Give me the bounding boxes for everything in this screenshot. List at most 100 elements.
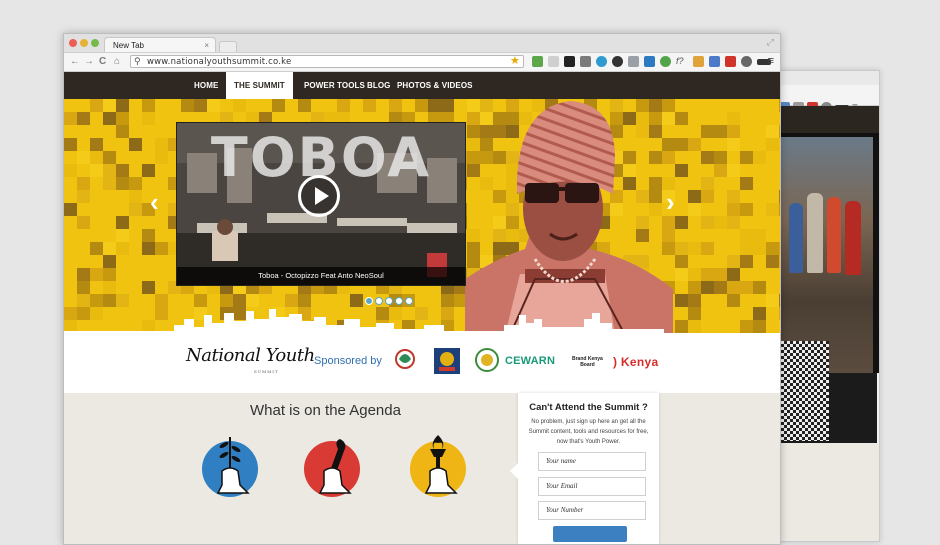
reload-icon[interactable]: C bbox=[99, 55, 106, 69]
pixel-block bbox=[688, 281, 701, 294]
fx-icon[interactable]: f? bbox=[676, 56, 688, 67]
pixel-block bbox=[272, 99, 285, 112]
submit-button[interactable] bbox=[553, 526, 627, 542]
email-field[interactable]: Your Email bbox=[538, 477, 646, 496]
pixel-block bbox=[753, 151, 766, 164]
torch-icon[interactable] bbox=[406, 433, 470, 497]
pixel-block bbox=[155, 151, 168, 164]
check-icon[interactable] bbox=[564, 56, 575, 67]
browser-tab[interactable]: New Tab × bbox=[104, 37, 216, 52]
artist-portrait bbox=[465, 101, 673, 335]
drop-icon[interactable] bbox=[660, 56, 671, 67]
menu-icon[interactable]: ≡ bbox=[768, 55, 774, 67]
pixel-block bbox=[688, 242, 701, 255]
pixel-block bbox=[766, 125, 779, 138]
back-arrow-icon[interactable]: ← bbox=[70, 55, 80, 69]
lens-icon[interactable] bbox=[612, 56, 623, 67]
nav-home[interactable]: HOME bbox=[194, 72, 218, 99]
slider-dot[interactable] bbox=[365, 297, 373, 305]
sponsor-crest-icon[interactable] bbox=[433, 347, 461, 375]
sponsor-bar: National Youth SUMMIT Sponsored by CEWAR… bbox=[64, 335, 780, 389]
pixel-block bbox=[142, 242, 155, 255]
pixel-block bbox=[701, 242, 714, 255]
minimize-window-button[interactable] bbox=[80, 39, 88, 47]
national-youth-summit-logo[interactable]: National Youth SUMMIT bbox=[186, 345, 315, 374]
clock-icon[interactable] bbox=[741, 56, 752, 67]
pixel-block bbox=[77, 190, 90, 203]
forward-arrow-icon[interactable]: → bbox=[84, 55, 94, 69]
pixel-block bbox=[103, 242, 116, 255]
pixel-block bbox=[766, 255, 779, 268]
zoom-window-button[interactable] bbox=[91, 39, 99, 47]
cewarn-logo[interactable]: CEWARN bbox=[505, 355, 555, 367]
pixel-block bbox=[77, 177, 90, 190]
pixel-block bbox=[90, 164, 103, 177]
site-navigation: HOME THE SUMMIT POWER TOOLS BLOG PHOTOS … bbox=[64, 72, 780, 99]
tab-close-icon[interactable]: × bbox=[204, 38, 209, 53]
home-icon[interactable]: ⌂ bbox=[114, 55, 120, 69]
pixel-block bbox=[129, 177, 142, 190]
sponsored-by-label: Sponsored by bbox=[314, 355, 382, 367]
signup-form: Can't Attend the Summit ? No problem, ju… bbox=[510, 393, 659, 544]
pixel-block bbox=[688, 190, 701, 203]
pixel-block bbox=[103, 151, 116, 164]
fullscreen-icon[interactable]: ⤢ bbox=[767, 37, 774, 48]
browser-window: New Tab × ⤢ ← → C ⌂ ⚲ www.nationalyouths… bbox=[63, 33, 781, 545]
mail-icon[interactable] bbox=[580, 56, 591, 67]
address-bar[interactable]: ⚲ www.nationalyouthsummit.co.ke ★ bbox=[130, 55, 524, 68]
new-tab-button[interactable] bbox=[219, 41, 237, 52]
bookmark-star-icon[interactable]: ★ bbox=[510, 55, 520, 67]
number-field[interactable]: Your Number bbox=[538, 501, 646, 520]
dna-icon[interactable] bbox=[693, 56, 704, 67]
pixel-block bbox=[116, 229, 129, 242]
sponsor-emblem-icon[interactable] bbox=[391, 347, 419, 375]
sponsor-seal-icon[interactable] bbox=[475, 348, 499, 372]
pixel-block bbox=[64, 138, 77, 151]
pixel-block bbox=[714, 151, 727, 164]
pin-icon[interactable] bbox=[725, 56, 736, 67]
pixel-block bbox=[103, 112, 116, 125]
nav-the-summit[interactable]: THE SUMMIT bbox=[226, 72, 293, 99]
slider-dot[interactable] bbox=[395, 297, 403, 305]
slider-dot[interactable] bbox=[375, 297, 383, 305]
olive-branch-icon[interactable] bbox=[198, 433, 262, 497]
pixel-block bbox=[701, 125, 714, 138]
pixel-block bbox=[77, 151, 90, 164]
pixel-block bbox=[298, 99, 311, 112]
pixel-block bbox=[753, 281, 766, 294]
kenya-logo[interactable]: ) Kenya bbox=[613, 355, 658, 369]
slider-prev-arrow[interactable]: ‹ bbox=[150, 189, 159, 215]
cube-icon[interactable] bbox=[644, 56, 655, 67]
page-icon[interactable] bbox=[548, 56, 559, 67]
pixel-block bbox=[766, 203, 779, 216]
child-figure bbox=[807, 193, 823, 273]
pixel-block bbox=[740, 281, 753, 294]
play-button[interactable] bbox=[298, 175, 340, 217]
wrench-icon[interactable] bbox=[300, 433, 364, 497]
pixel-block bbox=[181, 99, 194, 112]
pixel-block bbox=[714, 281, 727, 294]
brand-kenya-label[interactable]: Brand Kenya Board bbox=[572, 356, 603, 368]
pixel-block bbox=[116, 112, 129, 125]
leaf-icon[interactable] bbox=[532, 56, 543, 67]
sun-icon[interactable] bbox=[628, 56, 639, 67]
url-text: www.nationalyouthsummit.co.ke bbox=[147, 57, 292, 67]
flag-icon[interactable] bbox=[709, 56, 720, 67]
pixel-block bbox=[103, 268, 116, 281]
pixel-block bbox=[142, 99, 155, 112]
name-field[interactable]: Your name bbox=[538, 452, 646, 471]
swirl-icon[interactable] bbox=[596, 56, 607, 67]
nav-photos-videos[interactable]: PHOTOS & VIDEOS bbox=[397, 72, 473, 99]
slider-next-arrow[interactable]: › bbox=[666, 189, 675, 215]
close-window-button[interactable] bbox=[69, 39, 77, 47]
pixel-block bbox=[714, 268, 727, 281]
nav-power-tools[interactable]: POWER TOOLS bbox=[304, 72, 365, 99]
slider-dot[interactable] bbox=[405, 297, 413, 305]
nav-blog[interactable]: BLOG bbox=[367, 72, 391, 99]
pixel-block bbox=[779, 125, 780, 138]
signup-heading: Can't Attend the Summit ? bbox=[529, 402, 648, 413]
pixel-block bbox=[77, 112, 90, 125]
video-player[interactable]: TOBOA Toboa - Octopizzo Feat Anto NeoSou… bbox=[176, 122, 466, 286]
slider-dot[interactable] bbox=[385, 297, 393, 305]
tab-title: New Tab bbox=[113, 41, 144, 50]
